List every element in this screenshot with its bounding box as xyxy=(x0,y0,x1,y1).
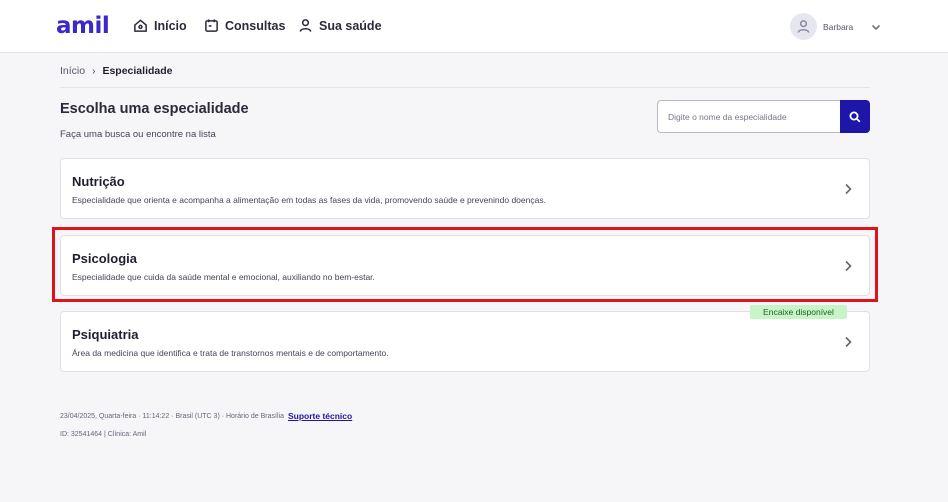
specialty-card-nutricao[interactable]: Nutrição Especialidade que orienta e aco… xyxy=(60,158,870,219)
breadcrumb: Início › Especialidade xyxy=(60,65,173,77)
chevron-right-icon xyxy=(845,183,852,195)
availability-badge: Encaixe disponível xyxy=(750,305,847,319)
avatar[interactable] xyxy=(790,13,817,40)
home-icon xyxy=(134,19,147,32)
specialty-description: Especialidade que orienta e acompanha a … xyxy=(72,195,546,205)
header-divider xyxy=(60,87,870,88)
page-title: Escolha uma especialidade xyxy=(60,101,249,117)
specialty-description: Especialidade que cuida da saúde mental … xyxy=(72,272,375,282)
specialty-title: Nutrição xyxy=(72,174,125,189)
nav-consultas[interactable]: Consultas xyxy=(204,18,285,33)
chevron-right-icon xyxy=(845,336,852,348)
footer-datetime-line: 23/04/2025, Quarta-feira · 11:14:22 · Br… xyxy=(60,411,352,421)
specialty-title: Psicologia xyxy=(72,251,138,266)
specialty-card-psiquiatria[interactable]: Psiquiatria Área da medicina que identif… xyxy=(60,311,870,372)
footer-id: ID: 32541464 | Clínica: Amil xyxy=(60,431,147,438)
breadcrumb-home-link[interactable]: Início xyxy=(60,65,85,77)
nav-sua-saude[interactable]: Sua saúde xyxy=(298,18,382,33)
nav-inicio-label: Início xyxy=(154,18,187,33)
chevron-right-icon xyxy=(845,260,852,272)
user-name: Barbara xyxy=(823,21,854,32)
search-icon xyxy=(849,111,861,122)
nav-sua-saude-label: Sua saúde xyxy=(319,18,382,33)
chevron-down-icon[interactable] xyxy=(871,22,881,32)
specialty-search xyxy=(657,100,870,133)
user-menu[interactable]: Barbara xyxy=(790,13,881,40)
top-bar: amil Início Consultas Sua saúde Barbara xyxy=(0,0,948,53)
support-link[interactable]: Suporte técnico xyxy=(288,411,352,421)
person-icon xyxy=(299,19,312,32)
specialty-description: Área da medicina que identifica e trata … xyxy=(72,348,389,358)
nav-consultas-label: Consultas xyxy=(225,18,286,33)
specialty-title: Psiquiatria xyxy=(72,327,139,342)
search-input[interactable] xyxy=(657,100,840,133)
breadcrumb-current: Especialidade xyxy=(102,65,173,77)
page-subtitle: Faça uma busca ou encontre na lista xyxy=(60,129,216,140)
breadcrumb-separator: › xyxy=(92,65,96,77)
user-avatar-icon xyxy=(797,20,810,33)
nav-inicio[interactable]: Início xyxy=(133,18,187,33)
amil-logo[interactable]: amil xyxy=(56,13,110,39)
specialty-card-psicologia[interactable]: Psicologia Especialidade que cuida da sa… xyxy=(60,235,870,296)
footer-datetime: 23/04/2025, Quarta-feira · 11:14:22 · Br… xyxy=(60,412,284,420)
calendar-icon xyxy=(205,19,218,32)
search-button[interactable] xyxy=(840,100,870,133)
